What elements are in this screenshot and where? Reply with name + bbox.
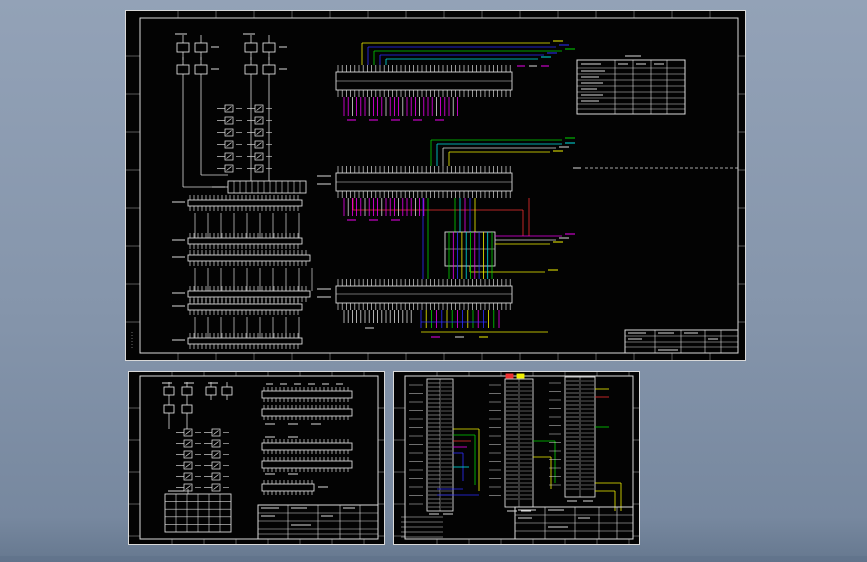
schematic-comp: [176, 35, 190, 60]
schematic-table: [576, 59, 686, 115]
6: [176, 428, 201, 492]
schematic-grid: [164, 493, 232, 533]
schematic-comp: [176, 57, 190, 82]
schematic-rect: [187, 337, 303, 345]
22: [263, 416, 349, 420]
13: [263, 491, 313, 495]
schematic-rect: [261, 483, 315, 492]
schematic-table: [514, 506, 634, 540]
schematic-rect: [187, 199, 303, 207]
22: [263, 387, 349, 391]
schematic-comp: [262, 57, 276, 82]
13: [263, 480, 313, 484]
schematic-comp: [205, 382, 217, 400]
16: [420, 310, 500, 328]
schematic-comp: [244, 35, 258, 60]
schematic-comp: [181, 400, 193, 418]
42: [337, 279, 511, 286]
42: [337, 191, 511, 198]
30: [189, 250, 307, 255]
28: [566, 380, 579, 490]
schematic-rect: [261, 442, 353, 451]
22: [263, 457, 349, 461]
15: [409, 384, 423, 505]
28: [581, 380, 594, 490]
30: [189, 297, 307, 302]
28: [189, 299, 299, 304]
schematic-rect: [261, 460, 353, 469]
schematic-comp: [221, 382, 233, 400]
28: [189, 206, 299, 211]
28: [189, 233, 299, 238]
30: [189, 261, 307, 266]
schematic-rect: [516, 373, 525, 379]
schematic-rect: [335, 285, 513, 304]
schematic-comp: [181, 382, 193, 400]
schematic-comp: [262, 35, 276, 60]
30: [189, 286, 307, 291]
42: [337, 166, 511, 173]
20: [343, 198, 425, 216]
schematic-rect: [187, 303, 303, 311]
schematic-table: [257, 504, 379, 540]
sheet-frame: [125, 10, 746, 361]
17: [343, 310, 412, 323]
32: [441, 382, 452, 508]
schematic-rect: [505, 373, 514, 379]
22: [263, 405, 349, 409]
30: [506, 382, 518, 500]
drawing-sheet-bottom-left: [128, 371, 385, 545]
28: [189, 244, 299, 249]
42: [337, 65, 511, 72]
schematic-rect: [261, 408, 353, 417]
28: [189, 310, 299, 315]
32: [428, 382, 440, 508]
28: [189, 344, 299, 349]
schematic-rect: [187, 237, 303, 245]
28: [189, 333, 299, 338]
22: [263, 439, 349, 443]
22: [263, 398, 349, 402]
11: [448, 266, 493, 279]
schematic-comp: [244, 57, 258, 82]
30: [520, 382, 532, 500]
schematic-comp: [194, 57, 208, 82]
9: [194, 213, 300, 238]
schematic-rect: [187, 254, 311, 262]
schematic-grid: [227, 180, 307, 194]
schematic-comp: [163, 400, 175, 418]
28: [189, 195, 299, 200]
10: [194, 268, 313, 291]
drawing-sheet-bottom-right: [393, 371, 640, 545]
5: [454, 198, 476, 232]
drawing-sheet-bottom-left-canvas: [128, 371, 385, 545]
drawing-sheet-bottom-right-canvas: [393, 371, 640, 545]
sheet-frame: [128, 371, 385, 545]
14: [489, 384, 501, 496]
schematic-comp: [163, 382, 175, 400]
22: [263, 450, 349, 454]
schematic-rect: [261, 390, 353, 399]
schematic-rect: [187, 290, 311, 298]
9: [194, 317, 300, 338]
22: [263, 468, 349, 472]
6: [204, 428, 229, 492]
cad-stage: [0, 0, 867, 562]
drawing-sheet-main-canvas: [125, 10, 746, 361]
drawing-sheet-main: [125, 10, 746, 361]
6: [217, 104, 242, 173]
42: [337, 303, 511, 310]
42: [337, 90, 511, 97]
5: [401, 516, 443, 538]
sheet-frame: [393, 371, 640, 545]
schematic-comp: [194, 35, 208, 60]
bottom-edge-shade: [0, 556, 867, 562]
28: [343, 97, 458, 116]
